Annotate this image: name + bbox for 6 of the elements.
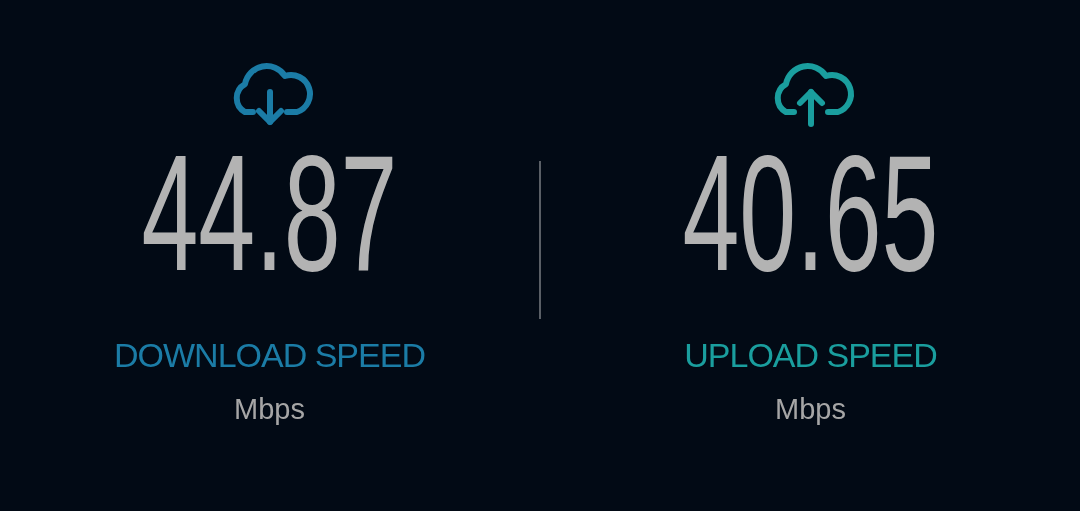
speed-value: 44.87: [141, 138, 398, 288]
speed-label: DOWNLOAD SPEED: [114, 336, 425, 375]
unit-label: Mbps: [234, 393, 305, 426]
speed-value: 40.65: [682, 138, 939, 288]
unit-label: Mbps: [775, 393, 846, 426]
speed-label: UPLOAD SPEED: [684, 336, 937, 375]
